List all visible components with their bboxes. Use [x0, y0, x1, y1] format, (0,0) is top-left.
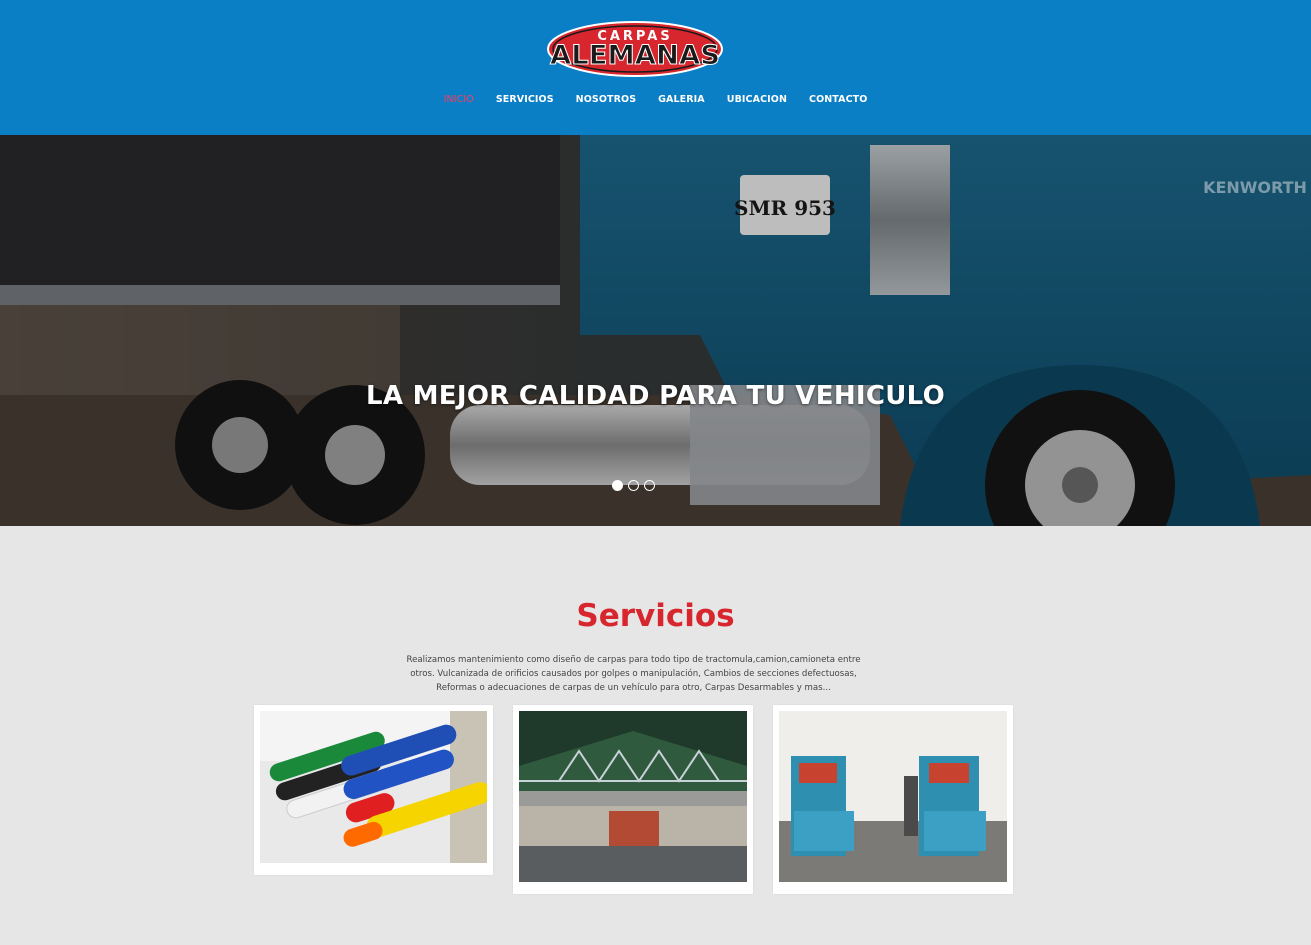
- nav-item-galeria[interactable]: GALERIA: [647, 92, 716, 107]
- brand-logo[interactable]: CARPAS ALEMANAS: [546, 20, 724, 78]
- services-title: Servicios: [576, 598, 735, 634]
- services-description-line: otros. Vulcanizada de orificios causados…: [410, 669, 857, 679]
- hero-slider[interactable]: SMR 953 KENWORTH LA MEJOR CALIDAD PARA T…: [0, 135, 1311, 526]
- nav-item-contacto[interactable]: CONTACTO: [798, 92, 878, 107]
- slider-dots: [612, 480, 655, 491]
- service-card-fabric-rolls[interactable]: [254, 705, 493, 875]
- main-nav: INICIO SERVICIOS NOSOTROS GALERIA UBICAC…: [0, 92, 1311, 107]
- services-description-line: Realizamos mantenimiento como diseño de …: [406, 655, 861, 665]
- slider-dot-3[interactable]: [644, 480, 655, 491]
- nav-item-inicio[interactable]: INICIO: [433, 92, 485, 107]
- services-description-line: Reformas o adecuaciones de carpas de un …: [436, 683, 831, 693]
- slider-dot-1[interactable]: [612, 480, 623, 491]
- service-card-machines[interactable]: [773, 705, 1013, 894]
- welding-machines-image: [779, 711, 1007, 882]
- site-header: CARPAS ALEMANAS INICIO SERVICIOS NOSOTRO…: [0, 0, 1311, 135]
- hero-title: LA MEJOR CALIDAD PARA TU VEHICULO: [365, 381, 946, 411]
- nav-item-nosotros[interactable]: NOSOTROS: [565, 92, 647, 107]
- nav-item-ubicacion[interactable]: UBICACION: [716, 92, 798, 107]
- services-description: Realizamos mantenimiento como diseño de …: [398, 653, 869, 695]
- svg-text:ALEMANAS: ALEMANAS: [550, 40, 720, 71]
- hero-image-truck: SMR 953 KENWORTH: [0, 135, 1311, 526]
- service-card-canopy[interactable]: [513, 705, 753, 894]
- nav-item-servicios[interactable]: SERVICIOS: [485, 92, 565, 107]
- canopy-image: [519, 711, 747, 882]
- fabric-rolls-image: [260, 711, 487, 863]
- slider-dot-2[interactable]: [628, 480, 639, 491]
